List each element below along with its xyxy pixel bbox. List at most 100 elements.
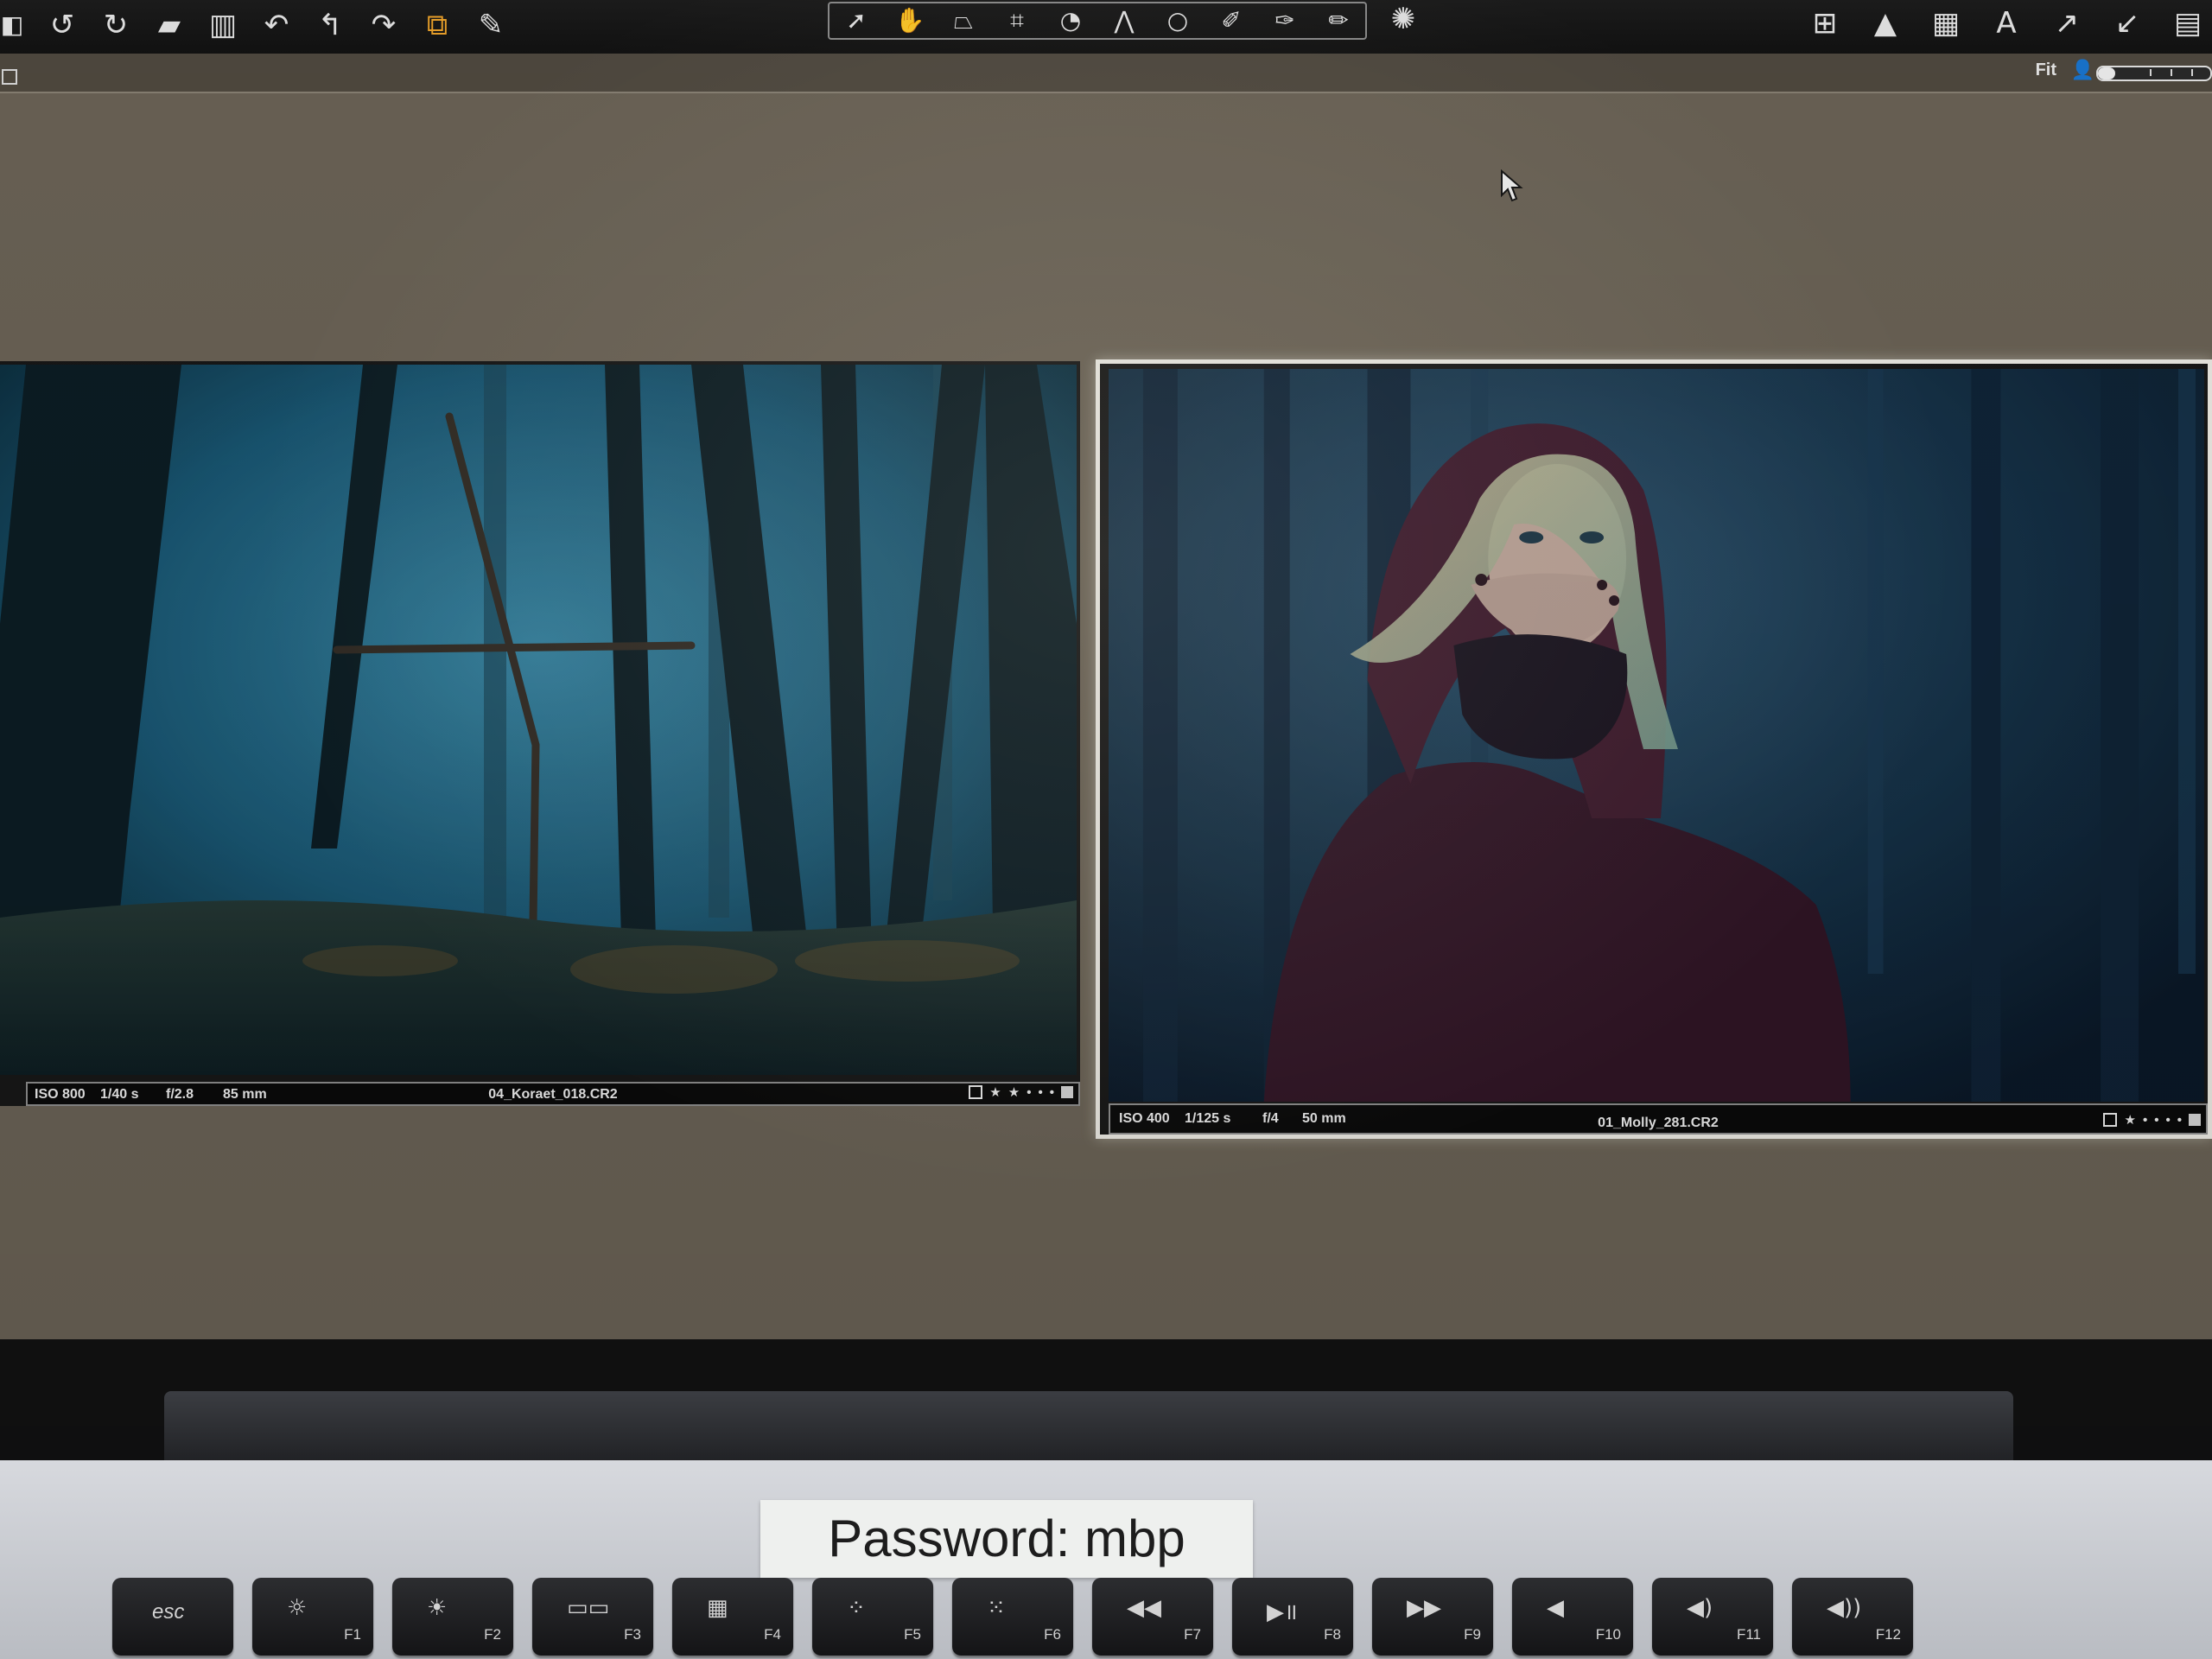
- rating-dot-icon[interactable]: •: [2177, 1113, 2182, 1128]
- rating-controls: ★ ★ • • •: [969, 1084, 1073, 1100]
- key-label: F10: [1595, 1626, 1621, 1643]
- key-f1[interactable]: ☼ F1: [252, 1578, 373, 1656]
- collapse-icon[interactable]: ↙: [2112, 8, 2143, 39]
- zoom-slider[interactable]: [2096, 66, 2212, 81]
- keyboard-light-up-icon: ⁙: [987, 1595, 1006, 1621]
- rating-star-icon[interactable]: ★: [1008, 1084, 1020, 1100]
- rating-dot-icon[interactable]: •: [2154, 1113, 2158, 1128]
- brush-mask-icon[interactable]: ✐: [1219, 5, 1243, 36]
- zoom-slider-ticks: [2150, 69, 2205, 76]
- key-f10[interactable]: ◀ F10: [1512, 1578, 1633, 1656]
- key-label: F6: [1044, 1626, 1061, 1643]
- rotate-tool-icon[interactable]: ◔: [1058, 5, 1083, 36]
- circle-mask-icon[interactable]: ○: [1166, 5, 1190, 36]
- key-f6[interactable]: ⁙ F6: [952, 1578, 1073, 1656]
- picker-tool-icon[interactable]: ✑: [1273, 5, 1297, 36]
- key-label: F1: [344, 1626, 361, 1643]
- key-f3[interactable]: ▭▭ F3: [532, 1578, 653, 1656]
- zoom-slider-fill: [2098, 67, 2115, 79]
- rotate-left-icon[interactable]: ↺: [47, 10, 78, 41]
- key-f2[interactable]: ☀ F2: [392, 1578, 513, 1656]
- keyboard-light-down-icon: ⁘: [847, 1595, 866, 1621]
- mute-icon: ◀: [1547, 1595, 1564, 1621]
- stack-icon[interactable]: ⧉: [422, 10, 453, 41]
- main-toolbar: ◧ ↺ ↻ ▰ ▥ ↶ ↰ ↷ ⧉ ✎ ➚ ✋ ⏢ ⌗ ◔ ⋀ ○ ✐ ✑ ✏ …: [0, 0, 2212, 55]
- loupe-tool-icon[interactable]: ⏢: [951, 5, 976, 36]
- person-icon[interactable]: 👤: [2071, 59, 2094, 81]
- key-label: F4: [764, 1626, 781, 1643]
- mouse-pointer-icon: [1501, 169, 1523, 202]
- password-sticker: Password: mbp: [760, 1500, 1253, 1578]
- select-checkbox[interactable]: [2103, 1113, 2118, 1127]
- redo-icon[interactable]: ↷: [368, 10, 399, 41]
- warning-icon[interactable]: ▲: [1870, 8, 1901, 39]
- color-tag-swatch[interactable]: [1061, 1086, 1073, 1098]
- rating-controls: ★ • • • •: [2103, 1112, 2201, 1128]
- rewind-icon: ◀◀: [1127, 1595, 1161, 1621]
- select-tool-icon[interactable]: ➚: [844, 5, 868, 36]
- key-f7[interactable]: ◀◀ F7: [1092, 1578, 1213, 1656]
- rating-star-icon[interactable]: ★: [989, 1084, 1001, 1100]
- panel-toggle-icon[interactable]: [2, 69, 17, 85]
- capture-app-screen: ◧ ↺ ↻ ▰ ▥ ↶ ↰ ↷ ⧉ ✎ ➚ ✋ ⏢ ⌗ ◔ ⋀ ○ ✐ ✑ ✏ …: [0, 0, 2212, 1382]
- brightness-down-icon: ☼: [287, 1595, 308, 1621]
- select-checkbox[interactable]: [969, 1085, 983, 1099]
- rating-star-icon[interactable]: ★: [2124, 1112, 2135, 1128]
- rotate-right-icon[interactable]: ↻: [100, 10, 131, 41]
- undo-icon[interactable]: ↶: [261, 10, 292, 41]
- key-label: F2: [484, 1626, 501, 1643]
- key-f5[interactable]: ⁘ F5: [812, 1578, 933, 1656]
- launchpad-icon: ▦: [707, 1595, 728, 1621]
- portrait-photo: [1109, 369, 2204, 1102]
- expand-icon[interactable]: ↗: [2051, 8, 2082, 39]
- key-f11[interactable]: ◀) F11: [1652, 1578, 1773, 1656]
- key-f9[interactable]: ▶▶ F9: [1372, 1578, 1493, 1656]
- file-name: 04_Koraet_018.CR2: [488, 1087, 618, 1102]
- key-label: F7: [1184, 1626, 1201, 1643]
- layers-icon[interactable]: ▦: [1930, 8, 1961, 39]
- play-pause-icon: ▶॥: [1267, 1599, 1298, 1625]
- photo-info-bar: ISO 800 1/40 s f/2.8 85 mm 04_Koraet_018…: [26, 1082, 1080, 1106]
- pan-tool-icon[interactable]: ✋: [895, 5, 925, 36]
- cursor-tools-group: ➚ ✋ ⏢ ⌗ ◔ ⋀ ○ ✐ ✑ ✏: [828, 2, 1367, 40]
- file-name: 01_Molly_281.CR2: [1598, 1116, 1719, 1130]
- viewer-subbar: Fit 👤: [0, 54, 2212, 93]
- print-icon[interactable]: ▤: [2172, 8, 2203, 39]
- key-f12[interactable]: ◀)) F12: [1792, 1578, 1913, 1656]
- text-icon[interactable]: A: [1991, 8, 2022, 39]
- key-label: F9: [1464, 1626, 1481, 1643]
- rotate-back-icon[interactable]: ↰: [315, 10, 346, 41]
- key-f8[interactable]: ▶॥ F8: [1232, 1578, 1353, 1656]
- crop-tool-icon[interactable]: ⌗: [1005, 5, 1029, 36]
- key-label: F12: [1875, 1626, 1901, 1643]
- key-label: F5: [904, 1626, 921, 1643]
- zoom-fit-label[interactable]: Fit: [2036, 60, 2056, 80]
- rating-dot-icon[interactable]: •: [2143, 1113, 2147, 1128]
- key-label: F8: [1324, 1626, 1341, 1643]
- rating-dot-icon[interactable]: •: [1038, 1085, 1042, 1100]
- camera-icon[interactable]: ◧: [0, 10, 24, 41]
- settings-gear-icon[interactable]: ✺: [1388, 3, 1419, 35]
- viewer-right-selected[interactable]: ISO 400 1/125 s f/4 50 mm 01_Molly_281.C…: [1096, 359, 2212, 1139]
- color-tag-swatch[interactable]: [2189, 1114, 2201, 1126]
- toolbar-left-group: ◧ ↺ ↻ ▰ ▥ ↶ ↰ ↷ ⧉ ✎: [0, 5, 506, 45]
- key-esc[interactable]: esc: [112, 1578, 233, 1656]
- eraser-tool-icon[interactable]: ✏: [1326, 5, 1351, 36]
- toolbar-right-group: ⊞ ▲ ▦ A ↗ ↙ ▤: [1809, 3, 2203, 43]
- key-label: F3: [624, 1626, 641, 1643]
- grid-icon[interactable]: ⊞: [1809, 8, 1840, 39]
- volume-up-icon: ◀)): [1827, 1595, 1862, 1621]
- rating-dot-icon[interactable]: •: [1027, 1085, 1031, 1100]
- key-f4[interactable]: ▦ F4: [672, 1578, 793, 1656]
- brightness-up-icon: ☀: [427, 1595, 448, 1621]
- keystone-tool-icon[interactable]: ⋀: [1112, 5, 1136, 36]
- viewer-left[interactable]: ISO 800 1/40 s f/2.8 85 mm 04_Koraet_018…: [0, 361, 1080, 1106]
- fast-forward-icon: ▶▶: [1407, 1595, 1441, 1621]
- open-folder-icon[interactable]: ▰: [154, 10, 185, 41]
- mission-control-icon: ▭▭: [567, 1595, 610, 1621]
- trash-icon[interactable]: ▥: [207, 10, 238, 41]
- brush-icon[interactable]: ✎: [475, 10, 506, 41]
- key-label: esc: [152, 1600, 185, 1624]
- rating-dot-icon[interactable]: •: [2165, 1113, 2170, 1128]
- rating-dot-icon[interactable]: •: [1050, 1085, 1054, 1100]
